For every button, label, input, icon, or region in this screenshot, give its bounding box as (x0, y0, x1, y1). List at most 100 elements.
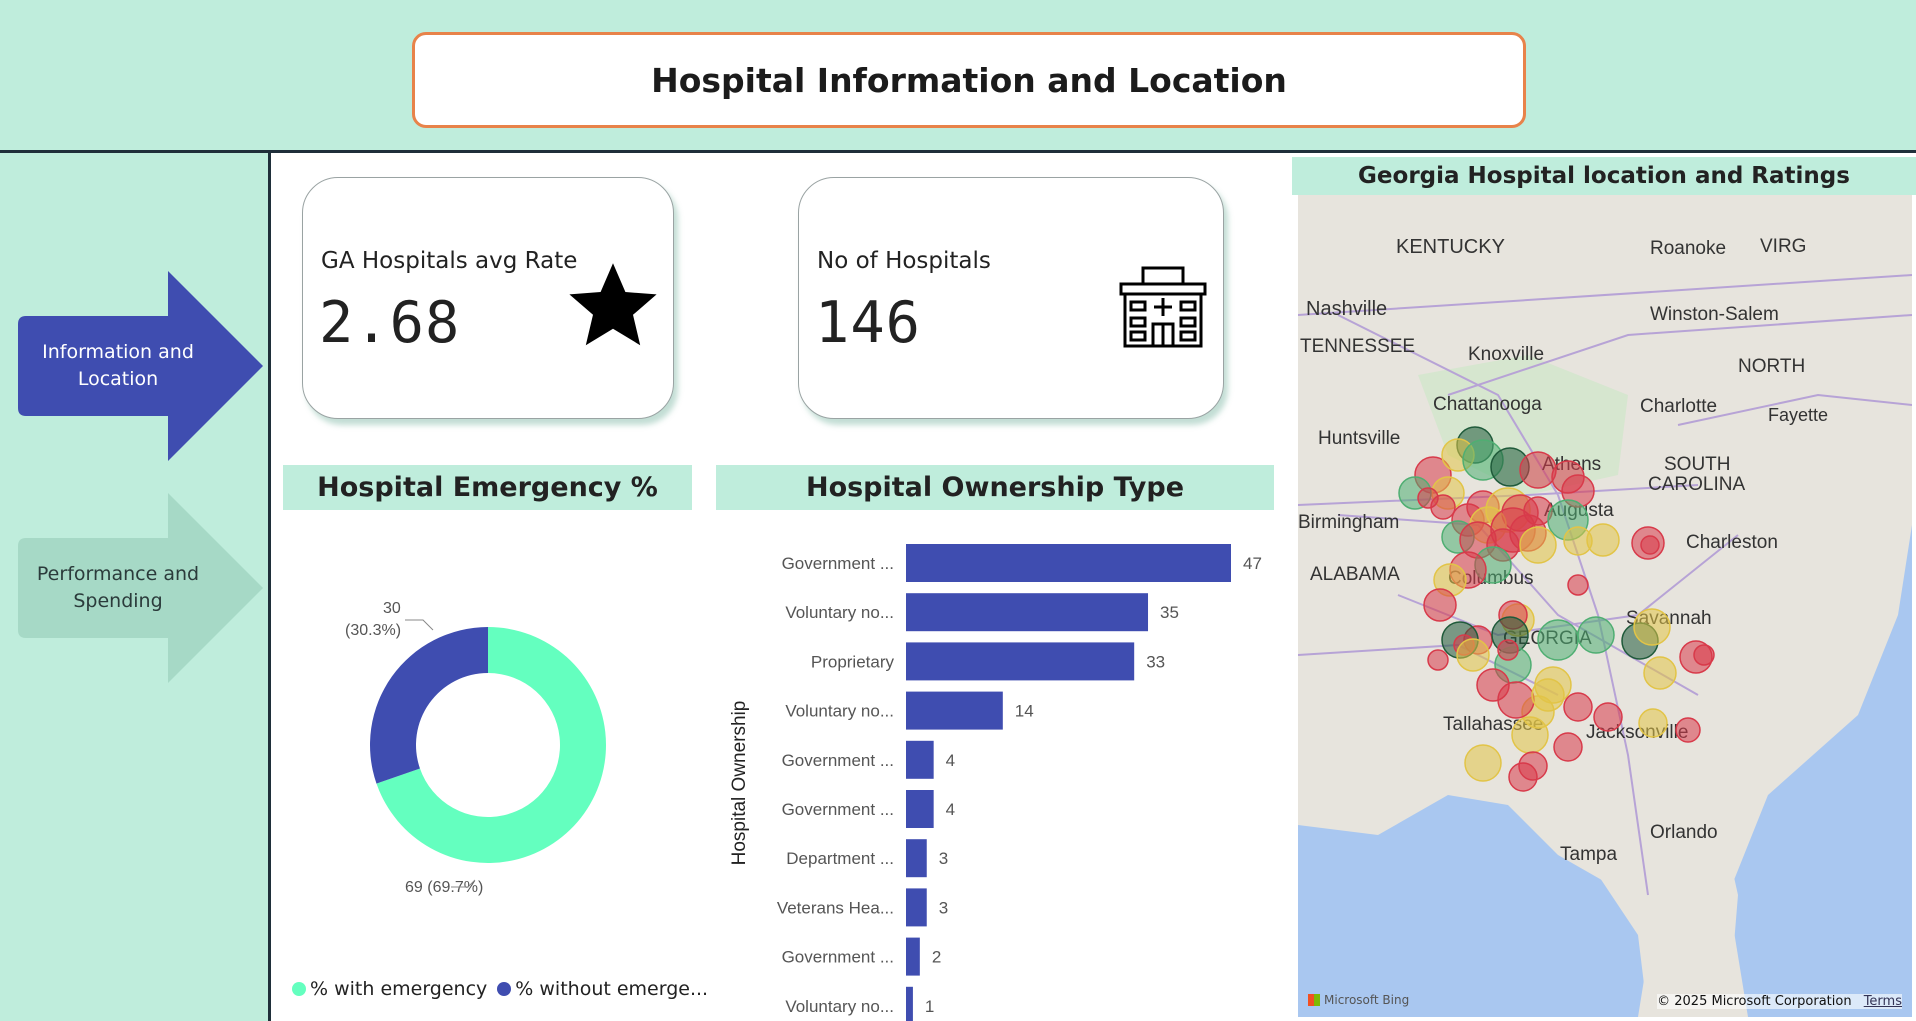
header-bar: Hospital Information and Location (0, 0, 1916, 153)
hospital-location-bubble[interactable] (1633, 608, 1671, 646)
hospital-location-bubble[interactable] (1553, 732, 1583, 762)
hospital-location-bubble[interactable] (1423, 588, 1457, 622)
hospital-location-bubble[interactable] (1675, 717, 1701, 743)
hospital-location-bubble[interactable] (1456, 638, 1490, 672)
ownership-bar[interactable] (906, 790, 934, 828)
ownership-bar[interactable] (906, 839, 927, 878)
donut-label-without-emergency-count: 30 (383, 600, 401, 617)
map-place-label: Charlotte (1640, 396, 1717, 417)
bar-value-label: 1 (925, 997, 934, 1016)
bar-category-label: Government ... (782, 948, 894, 967)
map-place-label: TENNESSEE (1300, 336, 1415, 357)
georgia-map[interactable]: KENTUCKY Roanoke VIRG Nashville Winston-Sale… (1298, 195, 1912, 1017)
kpi-label-hospital-count: No of Hospitals (817, 248, 991, 274)
map-place-label: Charleston (1686, 532, 1778, 553)
bar-value-label: 2 (932, 948, 941, 967)
kpi-value-avg-rate: 2.68 (319, 290, 461, 356)
donut-label-with-emergency: 69 (69.7%) (405, 879, 483, 896)
map-canvas[interactable]: KENTUCKY Roanoke VIRG Nashville Winston-Sale… (1298, 195, 1912, 1017)
hospital-location-bubble[interactable] (1519, 451, 1557, 489)
nav-button-performance-spending[interactable]: Performance and Spending (18, 493, 263, 683)
ownership-bar[interactable] (906, 986, 913, 1021)
hospital-location-bubble[interactable] (1427, 649, 1449, 671)
bar-axis-title: Hospital Ownership (729, 701, 750, 866)
hospital-location-bubble[interactable] (1593, 702, 1623, 732)
map-place-label: Huntsville (1318, 428, 1400, 449)
star-icon (569, 263, 657, 346)
hospital-location-bubble[interactable] (1497, 639, 1519, 661)
bar-category-label: Government ... (782, 554, 894, 573)
emergency-donut-chart: 69 (69.7%) 30 (30.3%) (345, 600, 606, 896)
bar-category-label: Government ... (782, 800, 894, 819)
kpi-value-hospital-count: 146 (815, 290, 921, 356)
hospital-location-bubble[interactable] (1531, 678, 1565, 712)
bar-value-label: 3 (939, 898, 948, 917)
ownership-bar[interactable] (906, 740, 934, 779)
ownership-chart-title: Hospital Ownership Type (805, 472, 1185, 503)
bar-value-label: 14 (1015, 702, 1034, 721)
legend-dot-with-emergency (292, 982, 306, 996)
hospital-location-bubble[interactable] (1508, 762, 1538, 792)
bing-attribution: Microsoft Bing (1308, 993, 1409, 1007)
hospital-location-bubble[interactable] (1586, 523, 1620, 557)
ownership-bar[interactable] (906, 544, 1231, 582)
ownership-chart-header: Hospital Ownership Type (716, 465, 1274, 510)
map-place-label: Roanoke (1650, 238, 1726, 259)
map-title: Georgia Hospital location and Ratings (1358, 163, 1850, 189)
legend-dot-without-emergency (497, 982, 512, 996)
emergency-legend: % with emergency % without emerge... (292, 978, 708, 1000)
map-place-label: Birmingham (1298, 512, 1399, 533)
hospital-location-bubble[interactable] (1563, 692, 1593, 722)
ownership-bar[interactable] (906, 691, 1003, 730)
bar-category-label: Voluntary no... (785, 702, 894, 721)
bar-category-label: Proprietary (811, 652, 895, 671)
terms-link[interactable]: Terms (1864, 994, 1902, 1009)
hospital-location-bubble[interactable] (1511, 716, 1549, 754)
ownership-bar[interactable] (906, 642, 1135, 681)
sidebar: Information and Location Performance and… (0, 153, 271, 1021)
bar-value-label: 35 (1160, 603, 1179, 622)
bar-value-label: 4 (946, 751, 955, 770)
bar-value-label: 47 (1243, 554, 1262, 573)
hospital-location-bubble[interactable] (1577, 616, 1615, 654)
map-place-label: KENTUCKY (1396, 236, 1505, 258)
hospital-location-bubble[interactable] (1497, 681, 1535, 719)
map-place-label: Orlando (1650, 822, 1718, 843)
ownership-bar[interactable] (906, 888, 927, 927)
map-place-label: VIRG (1760, 236, 1806, 257)
bar-category-label: Government ... (782, 751, 894, 770)
donut-leader-line (405, 619, 434, 631)
map-place-label: ALABAMA (1310, 564, 1400, 585)
map-place-label: Winston-Salem (1650, 304, 1779, 325)
map-place-label: NORTH (1738, 356, 1805, 377)
ownership-bar[interactable] (906, 937, 920, 976)
map-header: Georgia Hospital location and Ratings (1292, 157, 1916, 195)
nav-label-performance-spending: Performance and Spending (36, 563, 200, 612)
microsoft-logo-icon (1308, 994, 1320, 1006)
hospital-location-bubble[interactable] (1537, 619, 1579, 661)
hospital-location-bubble[interactable] (1643, 656, 1677, 690)
bar-category-label: Voluntary no... (785, 997, 894, 1016)
hospital-location-bubble[interactable] (1519, 526, 1557, 564)
kpi-card-avg-rate: GA Hospitals avg Rate 2.68 (302, 177, 674, 419)
hospital-location-bubble[interactable] (1693, 644, 1715, 666)
donut-slice-without-emergency[interactable] (370, 627, 488, 784)
map-copyright: © 2025 Microsoft Corporation Terms (1657, 994, 1902, 1009)
ownership-bar[interactable] (906, 593, 1149, 632)
hospital-location-bubble[interactable] (1638, 708, 1668, 738)
map-place-label: CAROLINA (1648, 474, 1745, 495)
hospital-building-icon (1119, 266, 1207, 348)
map-place-label: Tampa (1560, 844, 1617, 865)
hospital-location-bubble[interactable] (1567, 574, 1589, 596)
bar-value-label: 3 (939, 849, 948, 868)
hospital-location-bubble[interactable] (1464, 744, 1502, 782)
kpi-label-avg-rate: GA Hospitals avg Rate (321, 248, 578, 274)
title-box: Hospital Information and Location (412, 32, 1526, 128)
bar-category-label: Voluntary no... (785, 603, 894, 622)
hospital-location-bubble[interactable] (1640, 535, 1660, 555)
donut-label-without-emergency-pct: (30.3%) (345, 622, 401, 639)
hospital-location-bubble[interactable] (1430, 494, 1456, 520)
nav-button-information-location[interactable]: Information and Location (18, 271, 263, 461)
legend-label-with-emergency: % with emergency (310, 978, 488, 1000)
map-place-label: Nashville (1306, 298, 1387, 320)
